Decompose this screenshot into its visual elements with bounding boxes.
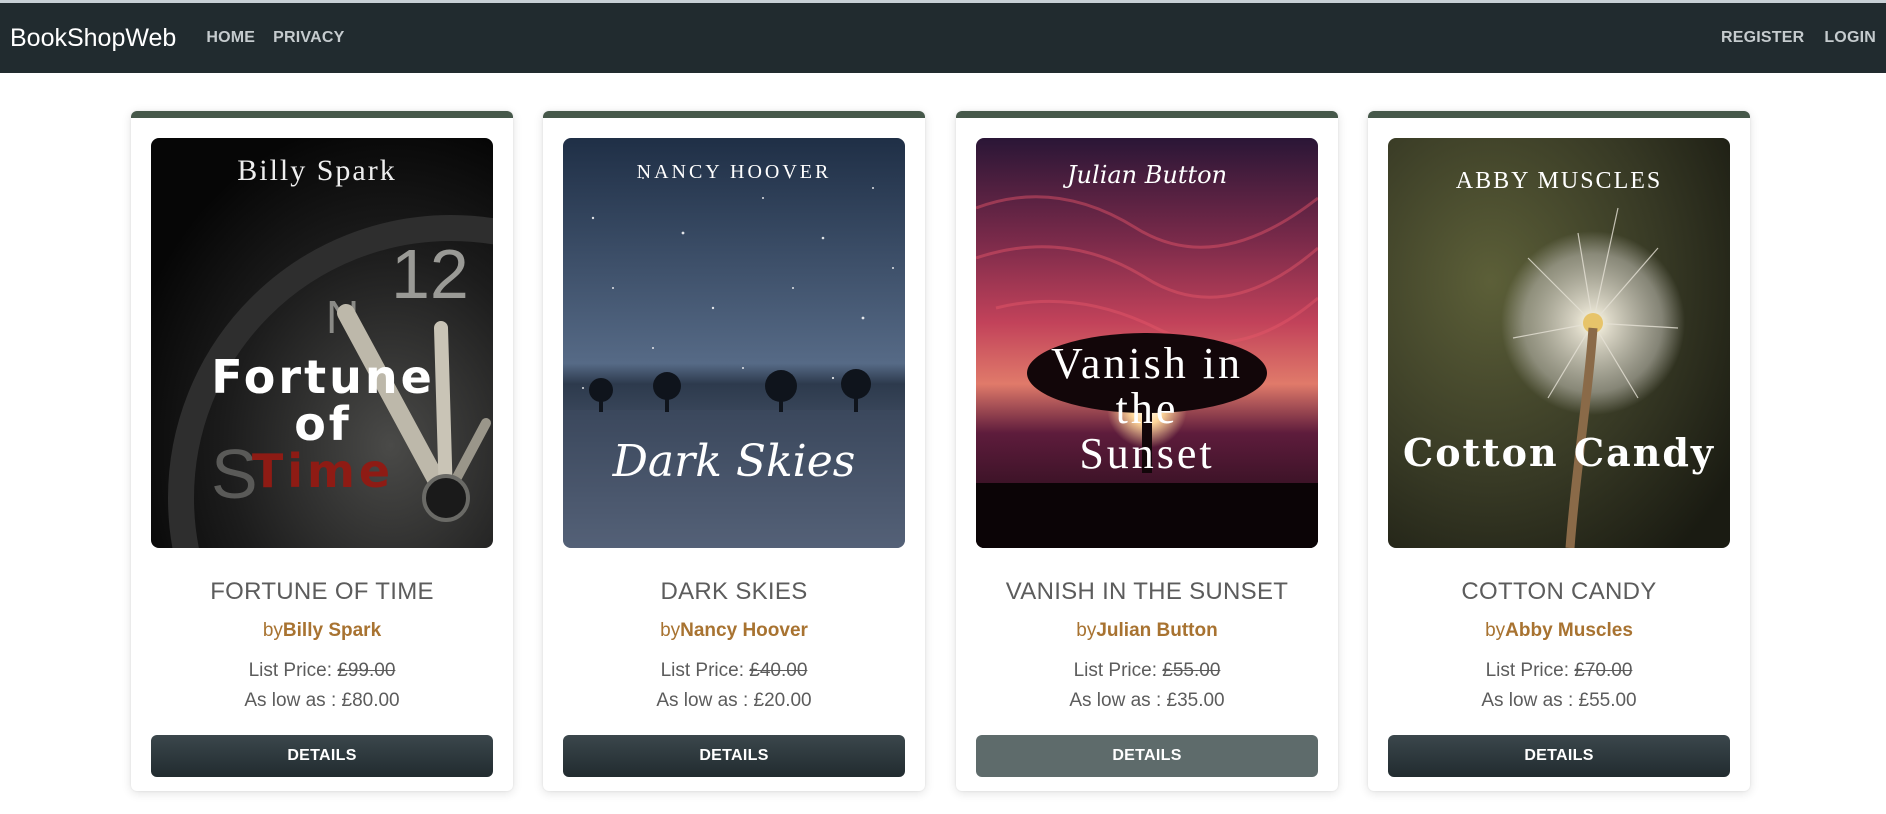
by-prefix: by	[1485, 620, 1506, 641]
details-button[interactable]: DETAILS	[563, 735, 905, 777]
book-cover-image[interactable]: Julian Button Vanish in the Sunset	[976, 138, 1318, 548]
list-price-label: List Price:	[1073, 660, 1163, 681]
cover-author: Julian Button	[1062, 161, 1227, 189]
cover-title-line: Time	[252, 444, 394, 498]
book-title: VANISH IN THE SUNSET	[1005, 578, 1289, 605]
author-line: byJulian Button	[956, 620, 1338, 642]
by-prefix: by	[1076, 620, 1097, 641]
author-name: Nancy Hoover	[680, 620, 808, 641]
by-prefix: by	[262, 620, 283, 641]
list-price: £70.00	[1574, 660, 1633, 681]
cover-author: Billy Spark	[237, 154, 397, 187]
list-price: £99.00	[337, 660, 396, 681]
list-price-line: List Price: £70.00	[1368, 660, 1750, 682]
details-button[interactable]: DETAILS	[151, 735, 493, 777]
cover-title-line: Dark Skies	[612, 436, 856, 487]
nav-register-link[interactable]: REGISTER	[1721, 29, 1804, 47]
author-name: Abby Muscles	[1505, 620, 1633, 641]
book-title: DARK SKIES	[660, 578, 808, 605]
brand-logo[interactable]: BookShopWeb	[10, 24, 176, 53]
navbar: BookShopWeb HOME PRIVACY REGISTER LOGIN	[0, 3, 1886, 73]
cover-title-line: the	[1116, 384, 1179, 433]
book-title: FORTUNE OF TIME	[210, 578, 434, 605]
list-price-label: List Price:	[660, 660, 750, 681]
list-price-label: List Price:	[1485, 660, 1575, 681]
cover-author: NANCY HOOVER	[637, 161, 832, 183]
list-price-line: List Price: £99.00	[131, 660, 513, 682]
product-card: 12 N S Billy Spark Fortune of Time FORTU…	[131, 111, 513, 791]
list-price: £55.00	[1162, 660, 1221, 681]
cover-author: ABBY MUSCLES	[1456, 168, 1662, 194]
book-cover-image[interactable]: ABBY MUSCLES Cotton Candy	[1388, 138, 1730, 548]
author-name: Billy Spark	[282, 620, 382, 641]
author-line: byNancy Hoover	[543, 620, 925, 642]
product-card: ABBY MUSCLES Cotton Candy COTTON CANDY b…	[1368, 111, 1750, 791]
details-button[interactable]: DETAILS	[976, 735, 1318, 777]
list-price: £40.00	[749, 660, 808, 681]
details-button[interactable]: DETAILS	[1388, 735, 1730, 777]
svg-text:S: S	[211, 435, 258, 513]
low-price: As low as : £20.00	[656, 690, 812, 711]
list-price-label: List Price:	[248, 660, 338, 681]
cover-title-line: Cotton Candy	[1403, 430, 1715, 475]
low-price: As low as : £55.00	[1481, 690, 1637, 711]
low-price: As low as : £35.00	[1069, 690, 1225, 711]
book-cover-image[interactable]: 12 N S Billy Spark Fortune of Time	[151, 138, 493, 548]
author-line: byAbby Muscles	[1368, 620, 1750, 642]
product-card: NANCY HOOVER Dark Skies DARK SKIES byNan…	[543, 111, 925, 791]
cover-title-line: of	[294, 397, 352, 451]
svg-text:12: 12	[391, 235, 469, 313]
product-grid: 12 N S Billy Spark Fortune of Time FORTU…	[0, 73, 1886, 814]
by-prefix: by	[660, 620, 681, 641]
nav-login-link[interactable]: LOGIN	[1824, 29, 1876, 47]
list-price-line: List Price: £55.00	[956, 660, 1338, 682]
list-price-line: List Price: £40.00	[543, 660, 925, 682]
nav-home-link[interactable]: HOME	[206, 29, 255, 47]
cover-title-line: Fortune	[211, 350, 435, 404]
nav-account-links: REGISTER LOGIN	[1701, 29, 1876, 47]
cover-title-line: Sunset	[1079, 429, 1214, 478]
book-title: COTTON CANDY	[1461, 578, 1657, 605]
author-line: byBilly Spark	[131, 620, 513, 642]
book-cover-image[interactable]: NANCY HOOVER Dark Skies	[563, 138, 905, 548]
nav-privacy-link[interactable]: PRIVACY	[273, 29, 344, 47]
author-name: Julian Button	[1096, 620, 1218, 641]
product-card: Julian Button Vanish in the Sunset VANIS…	[956, 111, 1338, 791]
cover-title-line: Vanish in	[1051, 339, 1243, 388]
low-price: As low as : £80.00	[244, 690, 400, 711]
